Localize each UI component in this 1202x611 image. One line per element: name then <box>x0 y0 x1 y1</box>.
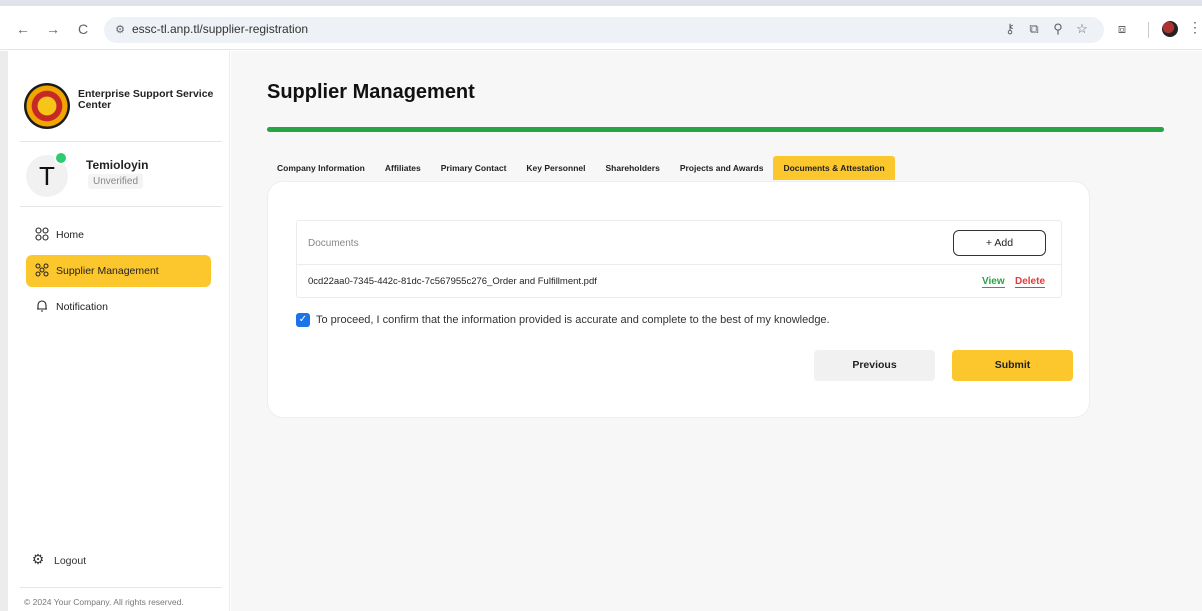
online-status-dot <box>54 151 68 165</box>
registration-tabs: Company Information Affiliates Primary C… <box>267 156 895 180</box>
tab-primary-contact[interactable]: Primary Contact <box>431 156 517 180</box>
sidebar-item-label: Notification <box>56 301 108 313</box>
document-file-name: 0cd22aa0-7345-442c-81dc-7c567955c276_Ord… <box>308 276 597 287</box>
back-icon[interactable]: ← <box>14 20 32 38</box>
submit-button[interactable]: Submit <box>952 350 1073 381</box>
toolbar-divider <box>1148 22 1149 38</box>
extensions-icon[interactable]: ⧈ <box>1112 19 1132 39</box>
documents-table-header: Documents + Add <box>297 221 1061 265</box>
attestation-checkbox[interactable]: ✓ <box>296 313 310 327</box>
documents-card: Documents + Add 0cd22aa0-7345-442c-81dc-… <box>267 181 1090 418</box>
profile-avatar-icon[interactable] <box>1162 21 1178 37</box>
documents-header-label: Documents <box>308 238 359 249</box>
tab-strip <box>0 0 1202 6</box>
sidebar-divider <box>20 206 222 207</box>
attestation-text: To proceed, I confirm that the informati… <box>316 314 830 326</box>
user-name: Temioloyin <box>86 158 149 172</box>
brand-name: Enterprise Support Service Center <box>78 88 214 111</box>
previous-button[interactable]: Previous <box>814 350 935 381</box>
tab-documents-attestation[interactable]: Documents & Attestation <box>773 156 895 180</box>
grid-icon <box>34 227 50 243</box>
bell-icon <box>34 299 50 315</box>
sidebar-divider <box>20 587 222 588</box>
tab-key-personnel[interactable]: Key Personnel <box>516 156 595 180</box>
sidebar: Enterprise Support Service Center T Temi… <box>0 51 230 611</box>
documents-table: Documents + Add 0cd22aa0-7345-442c-81dc-… <box>296 220 1062 298</box>
company-logo <box>24 83 70 129</box>
browser-menu-icon[interactable]: ⋮ <box>1188 19 1202 36</box>
install-app-icon[interactable]: ⧉ <box>1024 19 1044 39</box>
sidebar-item-home[interactable]: Home <box>26 219 211 251</box>
zoom-icon[interactable]: ⚲ <box>1048 19 1068 39</box>
logout-button[interactable]: ⚙ Logout <box>30 551 86 568</box>
sidebar-item-label: Home <box>56 229 85 241</box>
tab-projects-and-awards[interactable]: Projects and Awards <box>670 156 774 180</box>
url-text: essc-tl.anp.tl/supplier-registration <box>132 22 309 36</box>
logout-label: Logout <box>54 555 87 567</box>
tab-shareholders[interactable]: Shareholders <box>595 156 669 180</box>
main-content: Supplier Management Company Information … <box>231 51 1202 611</box>
progress-fill <box>267 127 1164 132</box>
reload-icon[interactable]: C <box>74 20 92 38</box>
add-document-button[interactable]: + Add <box>953 230 1046 256</box>
site-settings-icon[interactable]: ⚙ <box>112 22 128 38</box>
forward-icon[interactable]: → <box>44 20 62 38</box>
page-title: Supplier Management <box>267 81 475 103</box>
sidebar-item-label: Supplier Management <box>56 265 159 277</box>
view-document-link[interactable]: View <box>982 276 1005 288</box>
bookmark-star-icon[interactable]: ☆ <box>1072 19 1092 39</box>
tab-company-information[interactable]: Company Information <box>267 156 375 180</box>
delete-document-link[interactable]: Delete <box>1015 276 1046 288</box>
sidebar-item-notification[interactable]: Notification <box>26 291 211 323</box>
sidebar-item-supplier-management[interactable]: Supplier Management <box>26 255 211 287</box>
password-key-icon[interactable]: ⚷ <box>1000 19 1020 39</box>
tab-affiliates[interactable]: Affiliates <box>375 156 431 180</box>
sidebar-divider <box>20 141 222 142</box>
address-bar[interactable]: ⚙ essc-tl.anp.tl/supplier-registration <box>104 17 1104 43</box>
gear-icon: ⚙ <box>31 551 45 567</box>
verification-badge: Unverified <box>88 174 144 189</box>
browser-toolbar: ← → C ⚙ essc-tl.anp.tl/supplier-registra… <box>0 0 1202 50</box>
registration-progress-bar <box>267 127 1164 132</box>
network-icon <box>34 263 50 279</box>
copyright-text: © 2024 Your Company. All rights reserved… <box>24 597 184 607</box>
